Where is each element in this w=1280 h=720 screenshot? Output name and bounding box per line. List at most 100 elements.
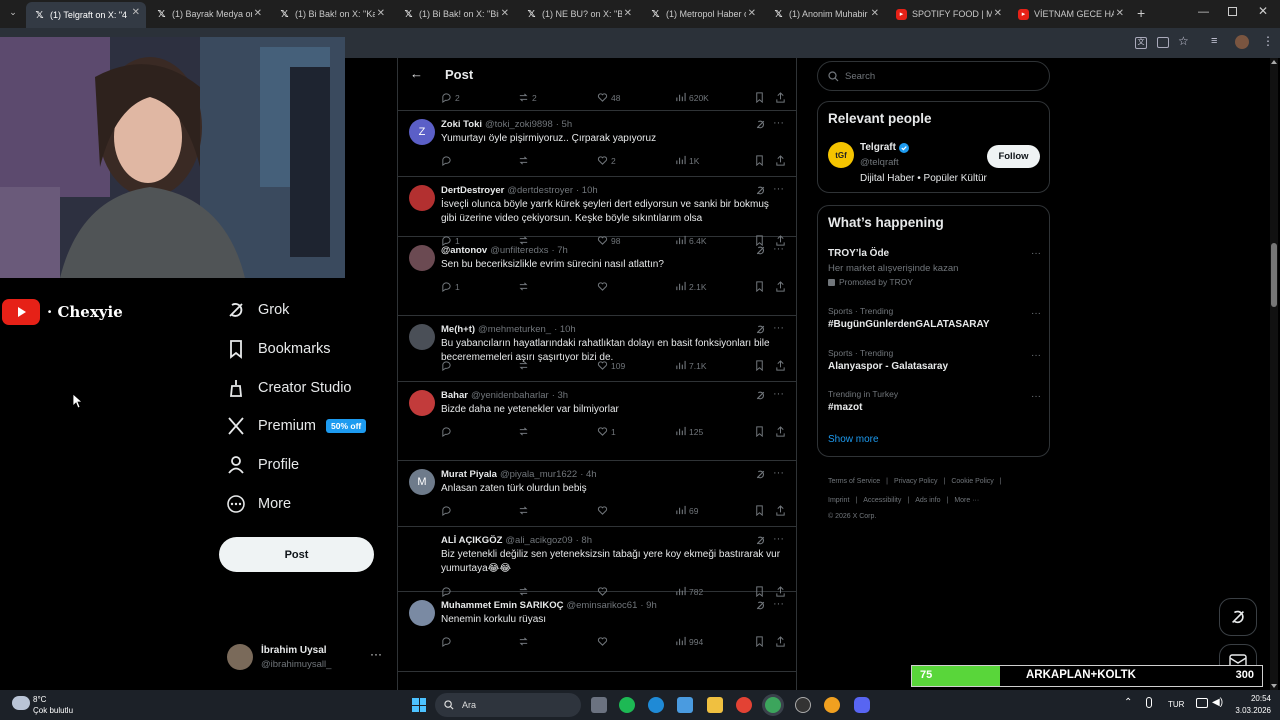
tweet-more-icon[interactable]: ··· [773,183,784,195]
tweet[interactable]: @antonov @unfilteredxs · 7h ··· Sen bu becer… [398,237,796,316]
avatar[interactable] [409,185,435,211]
tweet-timestamp[interactable]: · 9h [640,600,656,611]
like-button[interactable] [597,281,611,292]
reply-button[interactable] [441,155,455,166]
grok-floating-button[interactable] [1219,598,1257,636]
share-button[interactable] [775,505,789,516]
trend-item[interactable]: Trending in Turkey #mazot ··· [828,389,1041,413]
tweet-timestamp[interactable]: · 8h [576,535,592,546]
views-button[interactable]: 125 [675,426,703,437]
bookmark-button[interactable] [754,636,768,647]
start-button[interactable] [412,698,426,712]
tweet-author-name[interactable]: Bahar [441,390,468,401]
views-button[interactable]: 994 [675,636,703,647]
tweet[interactable]: Bahar @yenidenbaharlar · 3h ··· Bizde daha n… [398,382,796,461]
grok-explain-icon[interactable] [755,119,766,130]
browser-tab[interactable]: ▸ SPOTIFY FOOD | Mac✕ [888,3,1008,25]
relevant-name[interactable]: Telgraft [860,142,896,153]
translate-icon[interactable]: 文 [1135,37,1147,49]
tweet-more-icon[interactable]: ··· [773,533,784,545]
tweet-more-icon[interactable]: ··· [773,117,784,129]
weather-widget[interactable]: 8°C Çok bulutlu [10,692,100,718]
tweet-timestamp[interactable]: · 10h [576,185,598,196]
scrollbar-up-icon[interactable] [1271,60,1277,64]
tweet-more-icon[interactable]: ··· [773,388,784,400]
tweet-author-name[interactable]: Me(h+t) [441,324,475,335]
tweet-author-name[interactable]: ALİ AÇIKGÖZ [441,535,502,546]
clock-time[interactable]: 20:54 [1237,694,1271,703]
avatar[interactable] [409,245,435,271]
chrome-active-icon[interactable] [765,697,781,713]
share-button[interactable] [775,360,789,371]
tweet-timestamp[interactable]: · 3h [552,390,568,401]
footer-link[interactable]: Accessibility [863,497,901,504]
tab-close-icon[interactable]: ✕ [994,8,1002,19]
share-button[interactable] [775,155,789,166]
minimize-button[interactable]: — [1198,6,1209,18]
chrome-icon[interactable] [736,697,752,713]
account-switcher[interactable]: İbrahim Uysal @ibrahimuysall_ ··· [227,643,387,673]
tweet-timestamp[interactable]: · 5h [556,119,572,130]
repost-button[interactable] [518,636,532,647]
tab-search-button[interactable]: ⌄ [6,7,20,21]
restore-button[interactable] [1228,7,1237,16]
bookmark-button[interactable] [754,281,768,292]
tweet-author-handle[interactable]: @unfilteredxs [490,245,548,256]
avatar[interactable]: M [409,469,435,495]
browser-tab[interactable]: 𝕏 (1) Telgraft on X: "4 s ✕ [26,2,146,28]
tweet[interactable]: Me(h+t) @mehmeturken_ · 10h ··· Bu yabancıla… [398,316,796,382]
tweet-more-icon[interactable]: ··· [773,243,784,255]
grok-explain-icon[interactable] [755,324,766,335]
footer-link[interactable]: Terms of Service [828,478,880,485]
reply-button[interactable]: 2 [441,92,460,103]
bookmark-star-icon[interactable]: ☆ [1178,34,1189,48]
bookmark-button[interactable] [754,155,768,166]
like-button[interactable]: 2 [597,155,616,166]
volume-icon[interactable]: ◀) [1212,697,1223,708]
chrome-profile-icon[interactable] [824,697,840,713]
views-button[interactable]: 2.1K [675,281,707,292]
share-button[interactable] [775,281,789,292]
browser-tab[interactable]: ▸ VİETNAM GECE HAYA✕ [1010,3,1130,25]
post-button[interactable]: Post [219,537,374,572]
clock-date[interactable]: 3.03.2026 [1227,706,1271,715]
tweet-author-handle[interactable]: @eminsarikoc61 [566,600,637,611]
browser-tab[interactable]: 𝕏 (1) Anonim Muhabir ✕ [765,3,885,25]
reply-button[interactable]: 1 [441,281,460,292]
grok-explain-icon[interactable] [755,469,766,480]
footer-link[interactable]: Ads info [915,497,940,504]
tweet-author-name[interactable]: Murat Piyala [441,469,497,480]
sidebar-item-creator-studio[interactable]: Creator Studio [226,378,352,398]
install-app-icon[interactable] [1157,37,1169,48]
microphone-icon[interactable] [1146,697,1152,708]
grok-explain-icon[interactable] [755,390,766,401]
scrollbar-down-icon[interactable] [1271,684,1277,688]
grok-explain-icon[interactable] [755,600,766,611]
tweet-author-name[interactable]: Zoki Toki [441,119,482,130]
tweet-author-handle[interactable]: @ali_acikgoz09 [505,535,572,546]
trend-item[interactable]: Sports · Trending #BugünGünlerdenGALATAS… [828,306,1041,330]
trend-more-icon[interactable]: ··· [1031,391,1041,402]
views-button[interactable]: 620K [675,92,709,103]
tweet-author-name[interactable]: Muhammet Emin SARIKOÇ [441,600,563,611]
page-scrollbar[interactable] [1270,58,1278,690]
trend-item[interactable]: TROY’la Öde Her market alışverişinde kaz… [828,248,1041,287]
tweet-timestamp[interactable]: · 4h [580,469,596,480]
tweet[interactable]: Muhammet Emin SARIKOÇ @eminsarikoc61 · 9h ·… [398,592,796,672]
network-icon[interactable] [1196,698,1208,708]
trend-item[interactable]: Sports · Trending Alanyaspor - Galatasar… [828,348,1041,372]
browser-tab[interactable]: 𝕏 (1) Bi Bak! on X: "Bir g✕ [395,3,515,25]
task-view-icon[interactable] [591,697,607,713]
tweet[interactable]: Z Zoki Toki @toki_zoki9898 · 5h ··· Yumurtayı… [398,111,796,177]
tweet-more-icon[interactable]: ··· [773,467,784,479]
trend-more-icon[interactable]: ··· [1031,350,1041,361]
tab-close-icon[interactable]: ✕ [624,8,632,19]
reading-list-icon[interactable]: ≡ [1211,35,1217,47]
grok-explain-icon[interactable] [755,185,766,196]
browser-tab[interactable]: 𝕏 (1) Bayrak Medya on ✕ [148,3,268,25]
like-button[interactable]: 48 [597,92,620,103]
tweet-author-handle[interactable]: @yenidenbaharlar [471,390,549,401]
repost-button[interactable] [518,155,532,166]
grok-explain-icon[interactable] [755,535,766,546]
tweet-more-icon[interactable]: ··· [773,598,784,610]
